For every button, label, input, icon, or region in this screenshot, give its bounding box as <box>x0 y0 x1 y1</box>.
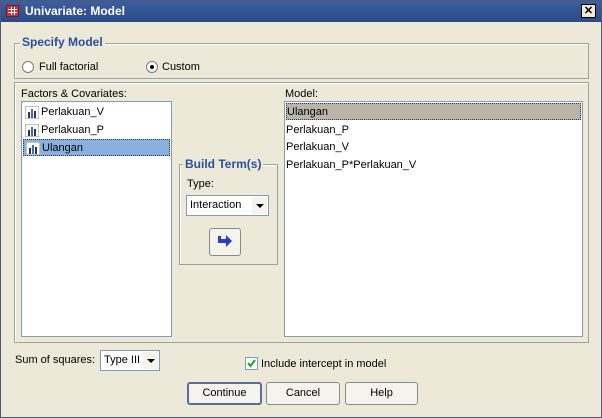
model-item-perlakuan-v[interactable]: Perlakuan_V <box>286 139 581 156</box>
nominal-variable-icon <box>25 106 39 119</box>
univariate-model-dialog: Univariate: Model ✕ Specify Model Full f… <box>0 0 602 418</box>
chevron-down-icon[interactable] <box>252 197 267 214</box>
factor-item-perlakuan-p[interactable]: Perlakuan_P <box>23 122 170 139</box>
factor-item-label: Perlakuan_P <box>41 124 104 136</box>
model-item-ulangan[interactable]: Ulangan <box>286 103 581 120</box>
sum-of-squares-value: Type III <box>104 354 141 366</box>
checkmark-icon <box>247 359 256 368</box>
window-title: Univariate: Model <box>25 4 126 18</box>
factors-covariates-list[interactable]: Perlakuan_V Perlakuan_P Ulangan <box>21 101 172 337</box>
model-item-interaction[interactable]: Perlakuan_P*Perlakuan_V <box>286 157 581 174</box>
type-label: Type: <box>187 178 214 190</box>
full-factorial-label[interactable]: Full factorial <box>39 61 98 73</box>
factor-item-label: Perlakuan_V <box>41 106 104 118</box>
chevron-down-icon[interactable] <box>143 352 158 369</box>
sum-of-squares-label: Sum of squares: <box>15 354 96 366</box>
build-terms-title: Build Term(s) <box>183 157 264 171</box>
model-label: Model: <box>285 88 319 100</box>
full-factorial-radio[interactable] <box>22 61 34 73</box>
sum-of-squares-combo[interactable]: Type III <box>100 350 160 371</box>
factors-covariates-label: Factors & Covariates: <box>21 88 127 100</box>
title-bar[interactable]: Univariate: Model ✕ <box>1 1 601 22</box>
include-intercept-label[interactable]: Include intercept in model <box>261 358 386 370</box>
move-to-model-button[interactable] <box>209 228 241 256</box>
specify-model-title: Specify Model <box>20 35 105 49</box>
arrow-right-icon <box>218 235 232 247</box>
nominal-variable-icon <box>25 124 39 137</box>
factor-item-ulangan[interactable]: Ulangan <box>23 139 170 156</box>
type-combo[interactable]: Interaction <box>186 195 269 216</box>
cancel-button[interactable]: Cancel <box>266 382 340 405</box>
include-intercept-checkbox[interactable] <box>245 357 258 370</box>
model-list[interactable]: Ulangan Perlakuan_P Perlakuan_V Perlakua… <box>284 101 583 337</box>
nominal-variable-icon <box>26 142 40 155</box>
factor-item-label: Ulangan <box>42 142 83 154</box>
help-button[interactable]: Help <box>345 382 418 405</box>
custom-radio[interactable] <box>146 61 158 73</box>
spss-app-icon <box>6 5 19 17</box>
model-item-perlakuan-p[interactable]: Perlakuan_P <box>286 122 581 139</box>
continue-button[interactable]: Continue <box>187 382 262 405</box>
custom-label[interactable]: Custom <box>162 61 200 73</box>
factor-item-perlakuan-v[interactable]: Perlakuan_V <box>23 104 170 121</box>
close-button[interactable]: ✕ <box>581 4 596 18</box>
type-combo-value: Interaction <box>190 199 242 211</box>
